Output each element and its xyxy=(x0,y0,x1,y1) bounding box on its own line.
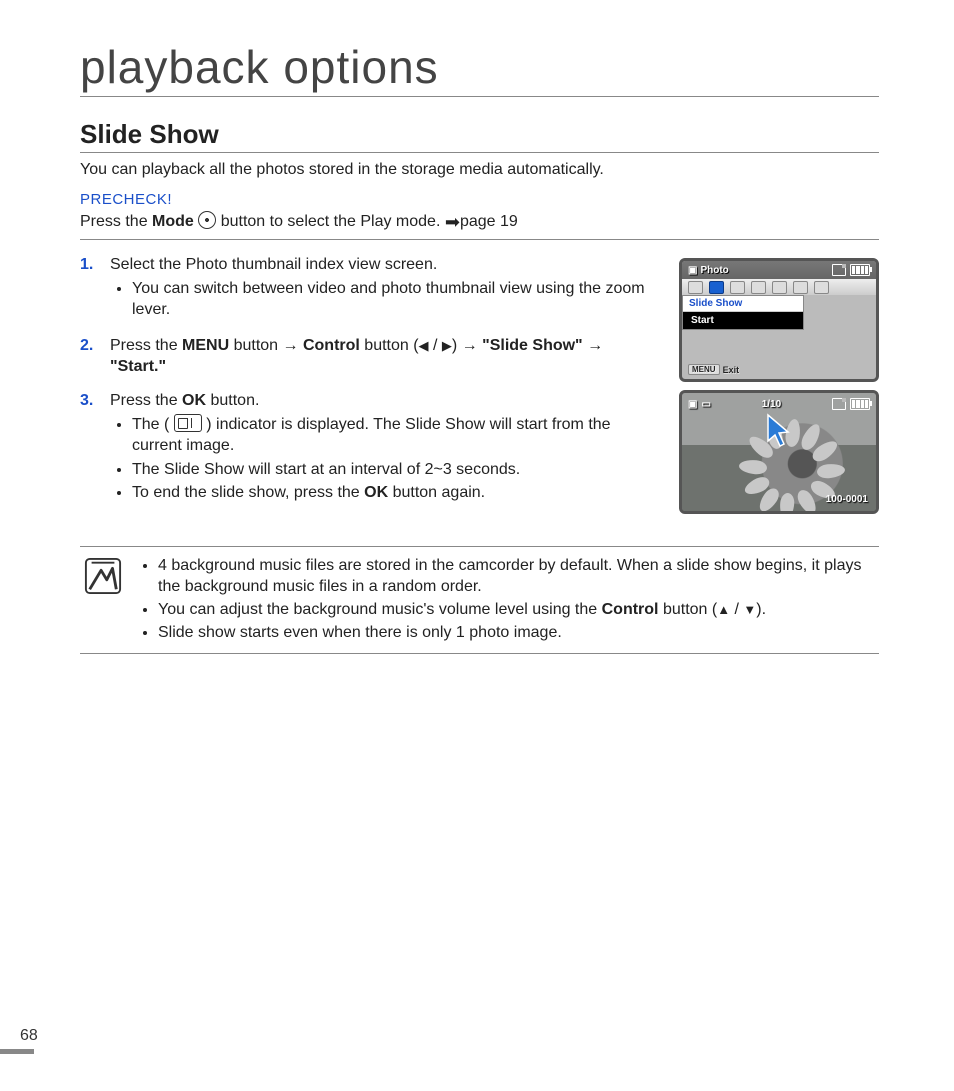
precheck-mid: button to select the Play mode. xyxy=(216,213,445,230)
step-3-bullet-2: The Slide Show will start at an interval… xyxy=(132,459,661,481)
photo-mode-icon: ▣ xyxy=(688,265,697,276)
menubar-icon xyxy=(814,281,829,294)
note-icon xyxy=(84,557,122,595)
control-word: Control xyxy=(303,337,360,354)
content-row: 1. Select the Photo thumbnail index view… xyxy=(80,254,879,518)
slideshow-word: "Slide Show" xyxy=(482,337,583,354)
menubar-icon xyxy=(688,281,703,294)
note-box: 4 background music files are stored in t… xyxy=(80,546,879,654)
arrow-right-icon: → xyxy=(462,337,482,354)
menu-button-label: MENU xyxy=(688,364,720,375)
screen-title: Photo xyxy=(700,265,728,276)
menubar-icon xyxy=(772,281,787,294)
arrow-right-icon: → xyxy=(283,337,303,354)
precheck-prefix: Press the xyxy=(80,213,152,230)
page-number: 68 xyxy=(20,1027,38,1045)
step-number: 2. xyxy=(80,335,110,378)
card-icon xyxy=(832,398,846,410)
section-title: Slide Show xyxy=(80,119,879,153)
step-number: 3. xyxy=(80,390,110,506)
manual-page: playback options Slide Show You can play… xyxy=(0,0,954,1091)
step-2-t2: button ( xyxy=(360,337,419,354)
lcd-screen-menu: ▣ Photo xyxy=(679,258,879,382)
battery-icon xyxy=(850,398,870,410)
menubar-icon xyxy=(751,281,766,294)
control-word: Control xyxy=(602,601,659,618)
menu-word: MENU xyxy=(182,337,229,354)
menu-item-start: Start xyxy=(683,312,803,329)
ok-word: OK xyxy=(364,484,388,501)
slideshow-indicator-icon xyxy=(174,414,202,432)
step-3-suffix: button. xyxy=(206,392,259,409)
photo-topbar: ▣ ▭ 1/10 xyxy=(688,396,870,412)
photo-filecode: 100-0001 xyxy=(826,494,868,505)
precheck-mode: Mode xyxy=(152,213,194,230)
step-3-prefix: Press the xyxy=(110,392,182,409)
n2a: You can adjust the background music's vo… xyxy=(158,601,602,618)
step-1-text: Select the Photo thumbnail index view sc… xyxy=(110,256,437,273)
triangle-down-icon: ▼ xyxy=(743,602,756,617)
menubar-icon xyxy=(730,281,745,294)
battery-icon xyxy=(850,264,870,276)
step-2-prefix: Press the xyxy=(110,337,182,354)
note-3: Slide show starts even when there is onl… xyxy=(158,622,879,643)
menubar-icon-selected xyxy=(709,281,724,294)
n2e: ). xyxy=(756,601,766,618)
page-ref-arrow-icon: ➡ xyxy=(445,212,460,233)
b3a: To end the slide show, press the xyxy=(132,484,364,501)
precheck-label: PRECHECK! xyxy=(80,191,879,208)
note-1: 4 background music files are stored in t… xyxy=(158,555,879,597)
b1b: ) indicator is displayed. The Slide Show… xyxy=(132,416,611,455)
arrow-right-icon: → xyxy=(587,337,603,354)
step-1-bullet-1: You can switch between video and photo t… xyxy=(132,278,661,321)
step-3-bullet-1: The ( ) indicator is displayed. The Slid… xyxy=(132,414,661,457)
intro-text: You can playback all the photos stored i… xyxy=(80,161,879,179)
mode-button-icon xyxy=(198,211,216,229)
lcd-screen-photo: ▣ ▭ 1/10 100-0001 xyxy=(679,390,879,514)
chapter-title: playback options xyxy=(80,40,879,97)
note-2: You can adjust the background music's vo… xyxy=(158,599,879,620)
steps-column: 1. Select the Photo thumbnail index view… xyxy=(80,254,661,518)
b1a: The ( xyxy=(132,416,174,433)
step-3-bullet-3: To end the slide show, press the OK butt… xyxy=(132,482,661,504)
photo-mode-icon: ▣ xyxy=(688,399,697,410)
n2d: / xyxy=(730,601,743,618)
n2c: button ( xyxy=(659,601,718,618)
slideshow-status-icon: ▭ xyxy=(701,399,710,410)
triangle-left-icon: ◀ xyxy=(419,338,429,353)
triangle-right-icon: ▶ xyxy=(442,338,452,353)
step-number: 1. xyxy=(80,254,110,323)
step-2-t3: / xyxy=(429,337,442,354)
note-body: 4 background music files are stored in t… xyxy=(136,555,879,645)
screen-menubar xyxy=(682,279,876,295)
step-2-t4: ) xyxy=(452,337,462,354)
step-2: 2. Press the MENU button → Control butto… xyxy=(80,335,661,378)
menu-title: Slide Show xyxy=(683,296,803,312)
step-1: 1. Select the Photo thumbnail index view… xyxy=(80,254,661,323)
precheck-line: Press the Mode button to select the Play… xyxy=(80,211,879,240)
start-word: "Start." xyxy=(110,358,166,375)
screen-topbar: ▣ Photo xyxy=(682,261,876,279)
step-3: 3. Press the OK button. The ( ) indicato… xyxy=(80,390,661,506)
card-icon xyxy=(832,264,846,276)
exit-label: Exit xyxy=(723,365,740,375)
ok-word: OK xyxy=(182,392,206,409)
precheck-pageref: page 19 xyxy=(460,213,518,230)
menu-exit-hint: MENU Exit xyxy=(688,364,739,375)
menu-panel: Slide Show Start xyxy=(682,295,804,330)
b3b: button again. xyxy=(388,484,485,501)
step-2-t1: button xyxy=(229,337,282,354)
photo-counter: 1/10 xyxy=(762,399,781,410)
menubar-icon xyxy=(793,281,808,294)
triangle-up-icon: ▲ xyxy=(717,602,730,617)
screens-column: ▣ Photo xyxy=(679,258,879,518)
